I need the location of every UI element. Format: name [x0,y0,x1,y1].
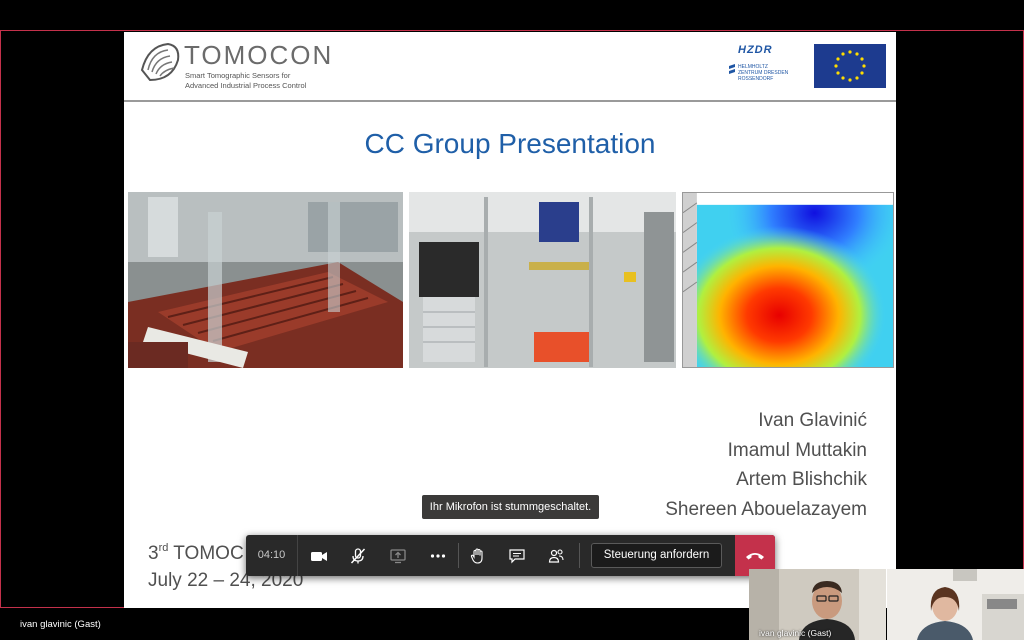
author-name: Ivan Glavinić [758,410,867,431]
eu-flag-icon [814,44,886,88]
divider [579,543,580,568]
raise-hand-icon [470,547,483,564]
camera-icon [311,551,327,561]
participant-video [887,569,1024,640]
helmholtz-text: HELMHOLTZ ZENTRUM DRESDEN ROSSENDORF [738,64,808,82]
share-screen-icon [390,548,406,563]
chat-icon [509,548,525,563]
more-icon [430,553,446,558]
author-name: Shereen Abouelazayem [665,499,867,520]
chat-button[interactable] [498,535,536,576]
brand-subtitle-line: Smart Tomographic Sensors for [185,71,291,80]
partner-subtext: ROSSENDORF [738,76,774,82]
slide-title: CC Group Presentation [364,128,656,159]
author-name: Artem Blishchik [736,469,867,490]
presenter-name: ivan glavinic (Gast) [20,619,101,630]
conference-title: 3rd TOMOC [148,542,244,565]
heat-exchanger-photo [128,192,403,368]
brand-subtitle-line: Advanced Industrial Process Control [185,81,307,90]
microphone-button[interactable] [339,535,377,576]
slide-header: TOMOCON Smart Tomographic Sensors for Ad… [124,32,896,102]
participants-button[interactable] [537,535,575,576]
meeting-control-bar: 04:10 Steuerung anfordern [246,535,775,576]
lab-rig-photo [409,192,676,368]
camera-button[interactable] [300,535,338,576]
presentation-slide: TOMOCON Smart Tomographic Sensors for Ad… [124,32,896,608]
author-name: Imamul Muttakin [727,440,867,461]
share-screen-button[interactable] [379,535,417,576]
tomography-heatmap [682,192,894,368]
brand-subtitle: Smart Tomographic Sensors for Advanced I… [185,71,385,91]
raise-hand-button[interactable] [459,535,497,576]
brand-name: TOMOCON [184,40,334,70]
conference-number: 3 [148,543,159,564]
tomocon-logo-icon [140,42,180,82]
request-control-button[interactable]: Steuerung anfordern [591,543,722,568]
conference-ordinal: rd [158,542,169,554]
participant-video-tile[interactable] [887,569,1024,640]
hzdr-logo: HZDR [738,44,773,56]
mic-muted-tooltip: Ihr Mikrofon ist stummgeschaltet. [422,495,599,519]
more-actions-button[interactable] [419,535,457,576]
call-timer: 04:10 [246,535,298,576]
participants-icon [548,548,564,563]
conference-name: TOMOC [168,543,244,564]
helmholtz-mark-icon [729,64,735,74]
participant-video-tile[interactable]: ivan glavinic (Gast) [749,569,886,640]
mic-muted-icon [350,547,366,564]
participant-name: ivan glavinic (Gast) [759,628,832,638]
hang-up-icon [746,552,764,559]
